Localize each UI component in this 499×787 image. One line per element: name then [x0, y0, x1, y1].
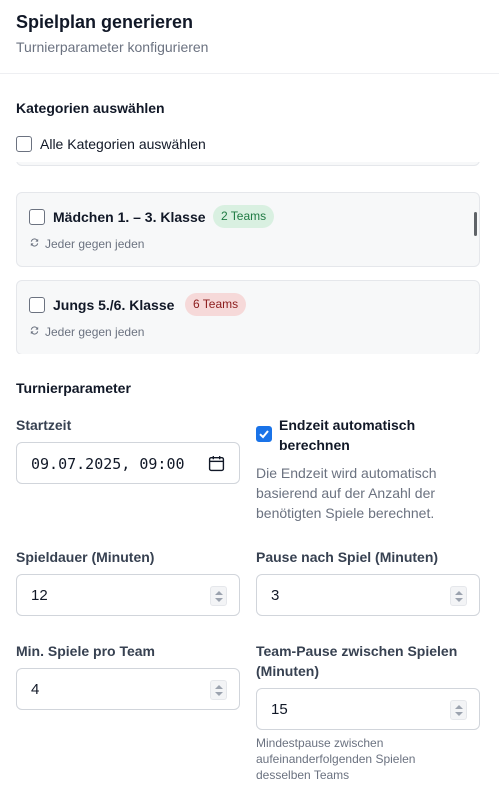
team-count-badge: 2 Teams	[213, 205, 275, 228]
start-time-input[interactable]: 09.07.2025, 09:00	[16, 442, 240, 484]
select-all-label[interactable]: Alle Kategorien auswählen	[40, 136, 206, 152]
min-games-value: 4	[31, 681, 40, 698]
category-card[interactable]: Mädchen 1. – 3. Klasse 2 Teams Jeder geg…	[16, 192, 480, 267]
start-time-label: Startzeit	[16, 417, 72, 433]
category-list[interactable]: Mädchen 1. – 3. Klasse 2 Teams Jeder geg…	[16, 162, 480, 354]
dialog-title: Spielplan generieren	[16, 12, 194, 32]
category-card[interactable]: Jungs 5./6. Klasse 6 Teams Jeder gegen j…	[16, 280, 480, 354]
team-pause-input[interactable]: 15	[256, 688, 480, 730]
category-checkbox[interactable]	[29, 297, 45, 313]
duration-stepper[interactable]	[210, 586, 227, 606]
auto-end-help: Die Endzeit wird automatisch basierend a…	[256, 465, 437, 521]
category-card-partial	[16, 162, 480, 166]
duration-value: 12	[31, 587, 48, 604]
team-pause-value: 15	[271, 701, 288, 718]
category-mode-label: Jeder gegen jeden	[45, 325, 145, 339]
category-list-scrollbar[interactable]	[474, 212, 477, 236]
category-name: Mädchen 1. – 3. Klasse	[53, 209, 206, 225]
dialog-subtitle: Turnierparameter konfigurieren	[16, 39, 209, 55]
min-games-label: Min. Spiele pro Team	[16, 643, 155, 659]
select-all-checkbox[interactable]	[16, 136, 32, 152]
refresh-icon	[29, 325, 42, 339]
team-pause-help: Mindestpause zwischen aufeinanderfolgend…	[256, 736, 416, 782]
min-games-input[interactable]: 4	[16, 668, 240, 710]
refresh-icon	[29, 237, 42, 251]
team-pause-label: Team-Pause zwischen Spielen (Minuten)	[256, 643, 458, 679]
duration-label: Spieldauer (Minuten)	[16, 549, 155, 565]
category-mode: Jeder gegen jeden	[29, 325, 144, 339]
pause-stepper[interactable]	[450, 586, 467, 606]
dialog-header: Spielplan generieren Turnierparameter ko…	[0, 0, 499, 74]
team-pause-stepper[interactable]	[450, 700, 467, 720]
category-mode: Jeder gegen jeden	[29, 237, 144, 251]
duration-input[interactable]: 12	[16, 574, 240, 616]
category-mode-label: Jeder gegen jeden	[45, 237, 145, 251]
pause-label: Pause nach Spiel (Minuten)	[256, 549, 439, 565]
categories-section-label: Kategorien auswählen	[16, 100, 165, 116]
auto-end-label[interactable]: Endzeit automatisch berechnen	[279, 415, 469, 455]
start-time-value: 09.07.2025, 09:00	[31, 455, 185, 473]
min-games-stepper[interactable]	[210, 680, 227, 700]
pause-input[interactable]: 3	[256, 574, 480, 616]
calendar-icon[interactable]	[208, 455, 225, 477]
pause-value: 3	[271, 587, 280, 604]
auto-end-checkbox[interactable]	[256, 426, 272, 442]
team-count-badge: 6 Teams	[185, 293, 247, 316]
category-name: Jungs 5./6. Klasse	[53, 297, 175, 313]
category-checkbox[interactable]	[29, 209, 45, 225]
params-section-label: Turnierparameter	[16, 380, 131, 396]
